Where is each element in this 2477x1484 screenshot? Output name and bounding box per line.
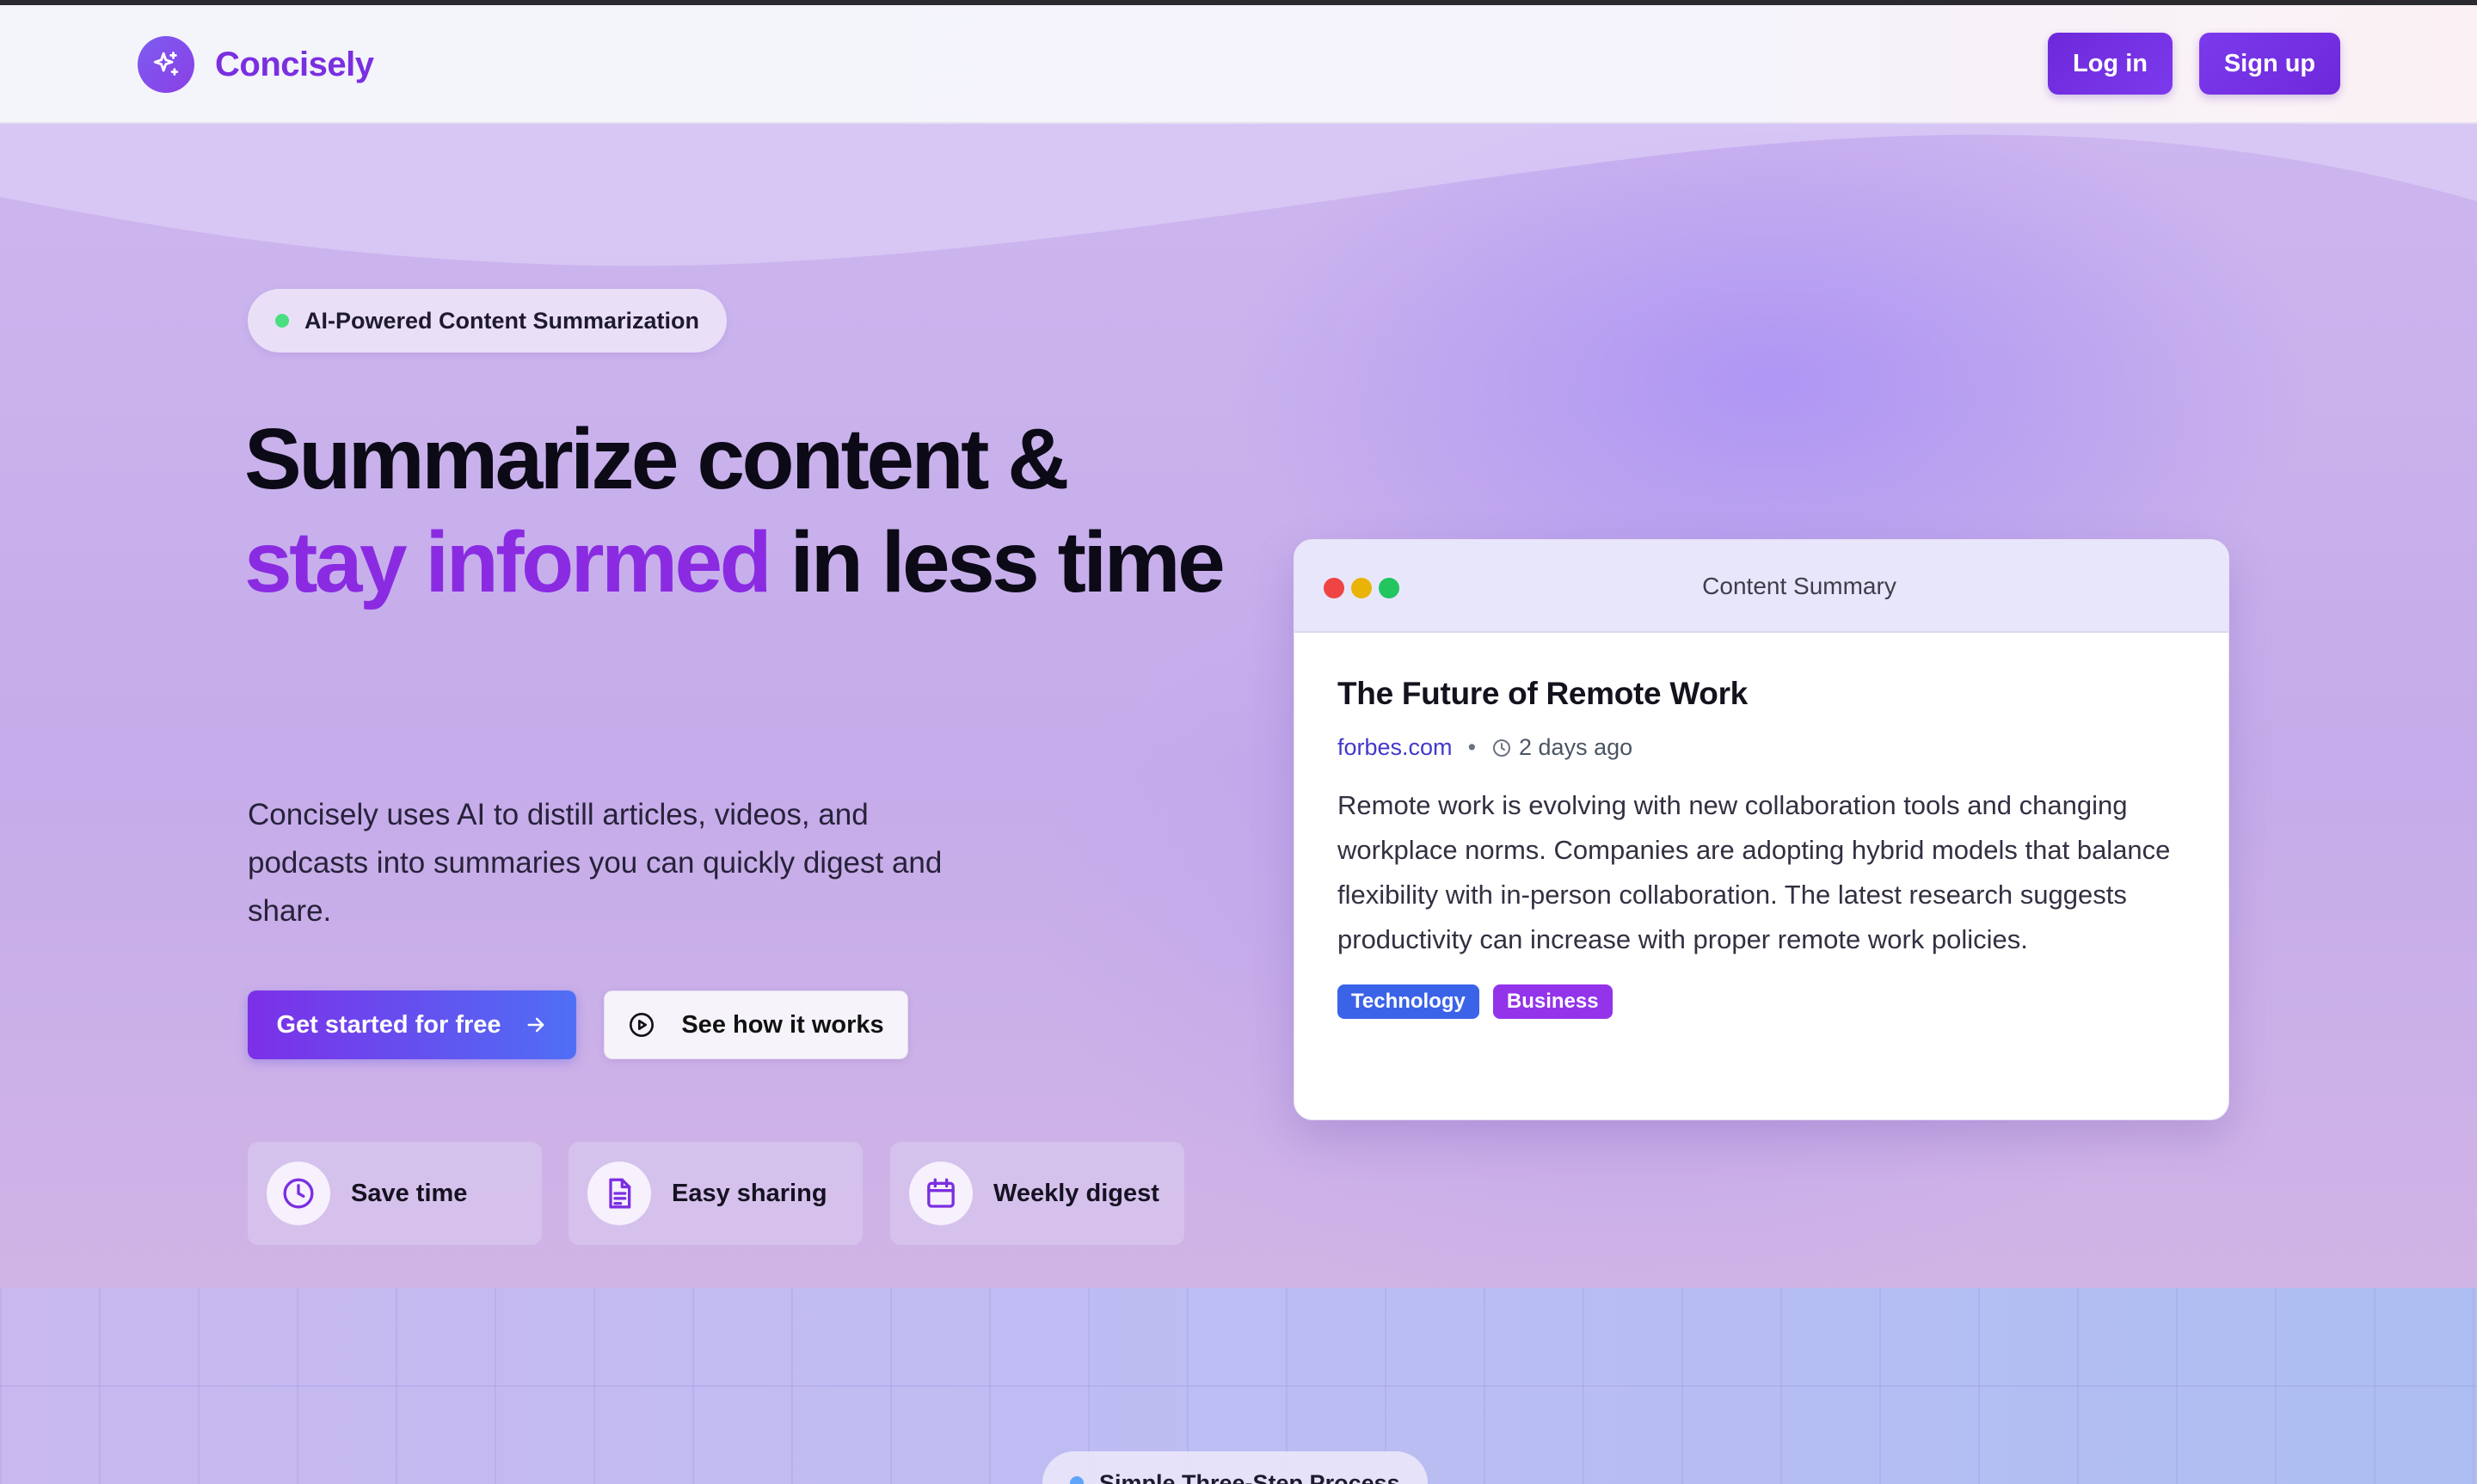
clock-icon: [1491, 738, 1512, 758]
play-circle-icon: [628, 1011, 655, 1039]
navbar: Concisely Log in Sign up: [0, 5, 2477, 124]
headline-line1: Summarize content &: [244, 411, 1069, 507]
article-title: The Future of Remote Work: [1337, 676, 1748, 711]
sparkles-icon: [138, 36, 194, 93]
process-section: Simple Three-Step Process: [0, 1288, 2477, 1484]
headline-accent: stay informed: [244, 514, 772, 610]
tag-list: Technology Business: [1337, 984, 2185, 1019]
feature-easy-sharing: Easy sharing: [569, 1142, 863, 1245]
clock-icon: [267, 1162, 330, 1225]
tag-business[interactable]: Business: [1492, 984, 1613, 1019]
feature-label: Easy sharing: [672, 1179, 827, 1207]
see-how-it-works-button[interactable]: See how it works: [604, 990, 908, 1059]
article-meta: forbes.com • 2 days ago: [1337, 734, 2185, 761]
get-started-button[interactable]: Get started for free: [248, 990, 576, 1059]
feature-label: Save time: [351, 1179, 468, 1207]
article-time: 2 days ago: [1519, 734, 1633, 760]
document-icon: [587, 1162, 651, 1225]
card-window-header: Content Summary: [1294, 540, 2228, 633]
hero-headline: Summarize content & stay informed in les…: [244, 408, 1226, 614]
ai-badge-text: AI-Powered Content Summarization: [304, 307, 700, 334]
article-summary: Remote work is evolving with new collabo…: [1337, 790, 2171, 954]
card-body: The Future of Remote Work forbes.com • 2…: [1294, 633, 2228, 1019]
signup-button[interactable]: Sign up: [2199, 33, 2340, 95]
hero-section: AI-Powered Content Summarization Summari…: [0, 124, 2477, 1288]
calendar-icon: [909, 1162, 973, 1225]
status-dot: [275, 314, 289, 328]
meta-separator: •: [1467, 734, 1477, 760]
headline-rest: in less time: [790, 514, 1226, 610]
arrow-right-icon: [524, 1013, 548, 1037]
status-dot: [1070, 1476, 1084, 1484]
ai-badge: AI-Powered Content Summarization: [248, 289, 728, 353]
feature-save-time: Save time: [248, 1142, 542, 1245]
login-button[interactable]: Log in: [2048, 33, 2173, 95]
content-summary-card: Content Summary The Future of Remote Wor…: [1294, 539, 2229, 1120]
brand-logo[interactable]: Concisely: [138, 36, 374, 93]
brand-name: Concisely: [215, 45, 374, 83]
card-window-title: Content Summary: [1702, 573, 1896, 599]
article-source-link[interactable]: forbes.com: [1337, 734, 1453, 761]
feature-label: Weekly digest: [993, 1179, 1159, 1207]
process-badge-text: Simple Three-Step Process: [1099, 1469, 1400, 1484]
see-how-label: See how it works: [681, 1010, 884, 1039]
feature-weekly-digest: Weekly digest: [890, 1142, 1184, 1245]
process-badge: Simple Three-Step Process: [1042, 1451, 1428, 1484]
hero-subtitle: Concisely uses AI to distill articles, v…: [248, 798, 943, 928]
get-started-label: Get started for free: [276, 1010, 501, 1039]
tag-technology[interactable]: Technology: [1337, 984, 1479, 1019]
